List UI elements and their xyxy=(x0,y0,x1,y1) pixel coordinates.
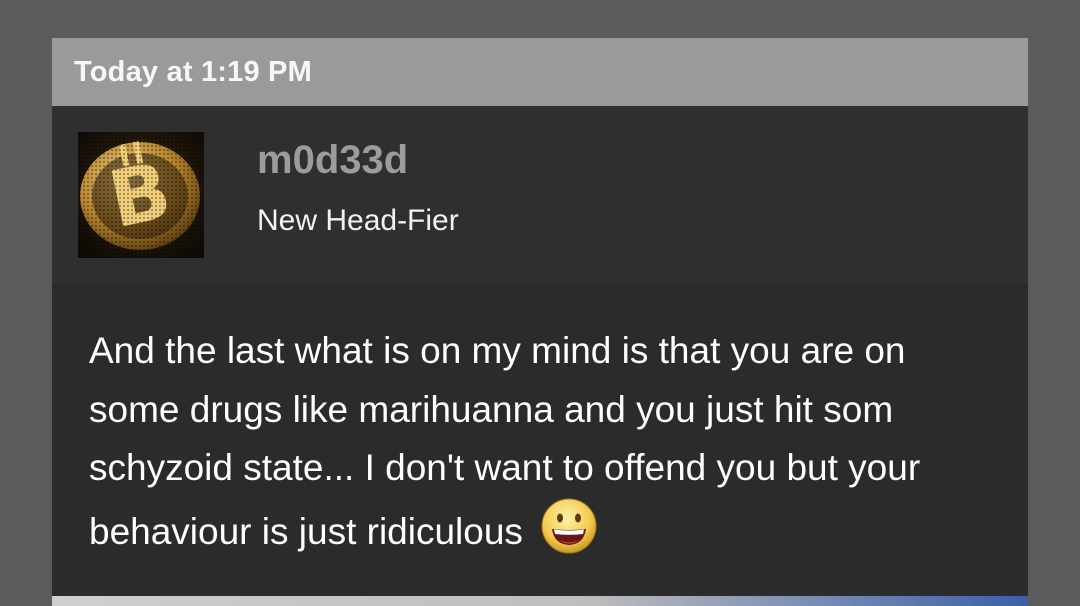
username[interactable]: m0d33d xyxy=(257,138,408,183)
post-author-section: B m0d33d New Head-Fier xyxy=(52,106,1028,284)
user-title: New Head-Fier xyxy=(257,204,459,237)
message-text: And the last what is on my mind is that … xyxy=(89,330,921,552)
post-timestamp[interactable]: Today at 1:19 PM xyxy=(74,56,312,89)
bitcoin-icon: B xyxy=(78,132,204,258)
post-divider xyxy=(52,596,1028,606)
post-timestamp-bar: Today at 1:19 PM xyxy=(52,38,1028,106)
post-message: And the last what is on my mind is that … xyxy=(52,284,1028,594)
avatar[interactable]: B xyxy=(78,132,204,258)
forum-post: Today at 1:19 PM m0d33d New Head-Fier An… xyxy=(52,38,1028,606)
grinning-face-icon xyxy=(541,498,597,554)
